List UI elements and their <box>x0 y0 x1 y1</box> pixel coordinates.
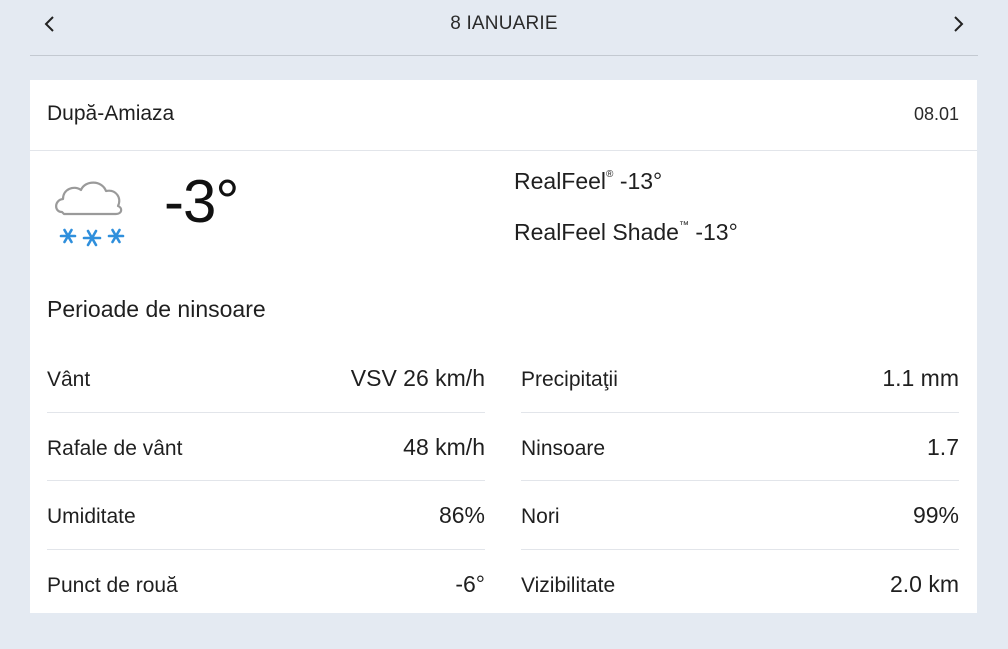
period-label: După-Amiaza <box>47 102 175 125</box>
detail-row-cloud-cover: Nori 99% <box>521 481 959 550</box>
detail-row-wind-gusts: Rafale de vânt 48 km/h <box>47 413 485 481</box>
date-title: 8 IANUARIE <box>450 13 558 34</box>
detail-value: VSV 26 km/h <box>350 365 485 391</box>
detail-label: Umiditate <box>47 505 136 528</box>
detail-value: 86% <box>438 502 485 528</box>
date-label: 08.01 <box>913 104 959 124</box>
details-left: Vânt VSV 26 km/h Rafale de vânt 48 km/h … <box>47 344 485 618</box>
detail-value: 99% <box>912 502 959 528</box>
detail-row-precipitation: Precipitaţii 1.1 mm <box>521 344 959 413</box>
details-right: Precipitaţii 1.1 mm Ninsoare 1.7 Nori 99… <box>521 344 959 618</box>
date-navigation: 8 IANUARIE <box>30 0 978 56</box>
detail-row-wind: Vânt VSV 26 km/h <box>47 344 485 413</box>
detail-label: Punct de rouă <box>47 573 178 597</box>
realfeel-shade-value: -13° <box>695 219 738 245</box>
snow-cloud-icon <box>55 181 125 247</box>
realfeel-shade-label: RealFeel Shade <box>514 219 679 245</box>
detail-label: Rafale de vânt <box>47 436 183 460</box>
detail-label: Ninsoare <box>521 436 606 460</box>
detail-label: Vânt <box>47 368 91 391</box>
detail-value: 1.1 mm <box>882 365 959 391</box>
next-day-button[interactable] <box>946 12 970 36</box>
weather-phrase: Perioade de ninsoare <box>47 296 266 322</box>
detail-row-visibility: Vizibilitate 2.0 km <box>521 550 959 619</box>
detail-value: 1.7 <box>927 433 959 460</box>
detail-value: 48 km/h <box>403 433 485 460</box>
detail-value: -6° <box>455 570 485 597</box>
detail-value: 2.0 km <box>889 570 959 597</box>
detail-row-snow: Ninsoare 1.7 <box>521 413 959 481</box>
detail-row-humidity: Umiditate 86% <box>47 481 485 550</box>
card-header: După-Amiaza 08.01 <box>30 80 977 151</box>
detail-row-dew-point: Punct de rouă -6° <box>47 550 485 619</box>
temperature: -3° <box>164 168 239 235</box>
detail-label: Nori <box>521 505 560 528</box>
detail-label: Precipitaţii <box>521 368 618 391</box>
realfeel: RealFeel® -13° <box>514 168 662 195</box>
detail-label: Vizibilitate <box>521 573 616 597</box>
chevron-right-icon <box>954 16 964 32</box>
forecast-card: După-Amiaza 08.01 -3° RealFeel® -13° Rea… <box>30 80 977 613</box>
realfeel-label: RealFeel <box>514 168 607 194</box>
trademark-mark: ™ <box>678 220 689 231</box>
registered-mark: ® <box>606 169 614 180</box>
realfeel-value: -13° <box>619 168 663 194</box>
realfeel-shade: RealFeel Shade™ -13° <box>514 219 738 246</box>
